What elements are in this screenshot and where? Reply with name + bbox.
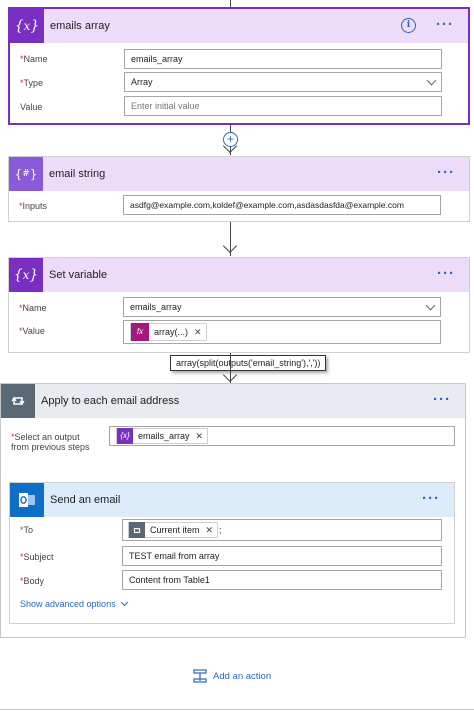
more-options-icon[interactable]: ··· [437,157,455,191]
card-title[interactable]: Set variable [49,258,107,292]
to-label: *To [20,525,34,535]
type-value: Array [131,77,153,87]
card-title[interactable]: Send an email [50,483,120,517]
card-header[interactable]: {x} emails array i ··· [10,9,468,43]
loop-icon [129,522,145,538]
select-output-field[interactable]: {x} emails_array ✕ [109,426,455,446]
compose-card[interactable]: {#} email string ··· *Inputs asdfg@examp… [8,156,470,222]
body-label: *Body [20,576,45,586]
initialize-variable-card[interactable]: {x} emails array i ··· *Name emails_arra… [8,7,470,125]
select-output-label: *Select an output from previous steps [11,432,90,452]
bottom-divider [0,709,474,710]
chevron-down-icon [120,598,128,607]
chevron-down-icon [425,300,436,311]
name-label: *Name [20,54,48,64]
type-label: *Type [20,78,44,88]
chevron-down-icon [426,75,437,86]
send-email-card[interactable]: Send an email ··· *To Current item ✕ ; *… [9,482,455,624]
card-header[interactable]: Apply to each email address ··· [1,384,465,418]
add-an-action-button[interactable]: Add an action [193,668,271,684]
name-dropdown[interactable]: emails_array [123,297,441,317]
current-item-token[interactable]: Current item ✕ [128,521,219,539]
subject-input[interactable]: TEST email from array [122,546,442,566]
to-field[interactable]: Current item ✕ ; [122,519,442,541]
loop-icon-graphic [11,396,25,406]
remove-token-icon[interactable]: ✕ [196,427,204,445]
expression-tooltip: array(split(outputs('email_string'),',')… [170,355,327,371]
show-advanced-options-link[interactable]: Show advanced options [20,598,128,609]
advanced-label: Show advanced options [20,599,116,609]
card-header[interactable]: {#} email string ··· [9,157,469,191]
more-options-icon[interactable]: ··· [422,483,440,517]
outlook-icon-graphic [19,493,35,507]
more-options-icon[interactable]: ··· [433,384,451,418]
card-title[interactable]: emails array [50,9,110,43]
inputs-label: *Inputs [19,201,48,211]
curly-braces-x-icon: {x} [117,428,133,444]
token-label: array(...) [154,327,189,337]
remove-token-icon[interactable]: ✕ [206,521,214,539]
value-label: *Value [19,326,45,336]
subject-label: *Subject [20,552,54,562]
function-fx-icon: fx [131,323,149,341]
type-dropdown[interactable]: Array [124,72,442,92]
outlook-icon [10,483,44,517]
variable-token[interactable]: {x} emails_array ✕ [116,427,209,445]
remove-token-icon[interactable]: ✕ [194,323,202,341]
card-title[interactable]: Apply to each email address [41,384,179,418]
name-value: emails_array [130,302,182,312]
curly-braces-hash-icon: {#} [9,157,43,191]
card-header[interactable]: Send an email ··· [10,483,454,517]
card-header[interactable]: {x} Set variable ··· [9,258,469,292]
more-options-icon[interactable]: ··· [437,258,455,292]
inputs-field[interactable]: asdfg@example.com,koldef@example.com,asd… [123,195,441,215]
add-action-icon [193,669,207,683]
value-field[interactable]: fx array(...) ✕ [123,320,441,344]
info-circle-icon[interactable]: i [401,18,416,33]
body-input[interactable]: Content from Table1 [122,570,442,590]
curly-braces-x-icon: {x} [9,258,43,292]
token-label: Current item [150,525,200,535]
loop-icon [1,384,35,418]
more-options-icon[interactable]: ··· [436,9,454,43]
name-input[interactable]: emails_array [124,49,442,69]
value-input[interactable]: Enter initial value [124,96,442,116]
token-label: emails_array [138,431,190,441]
add-action-label: Add an action [213,670,272,682]
set-variable-card[interactable]: {x} Set variable ··· *Name emails_array … [8,257,470,353]
apply-to-each-card[interactable]: Apply to each email address ··· *Select … [0,383,466,638]
arrow-down-icon [222,238,238,254]
value-label: Value [20,102,43,112]
to-separator: ; [219,525,222,535]
curly-braces-x-icon: {x} [10,9,44,43]
card-title[interactable]: email string [49,157,105,191]
expression-token[interactable]: fx array(...) ✕ [130,323,207,341]
loop-icon-graphic [133,527,141,533]
name-label: *Name [19,303,47,313]
